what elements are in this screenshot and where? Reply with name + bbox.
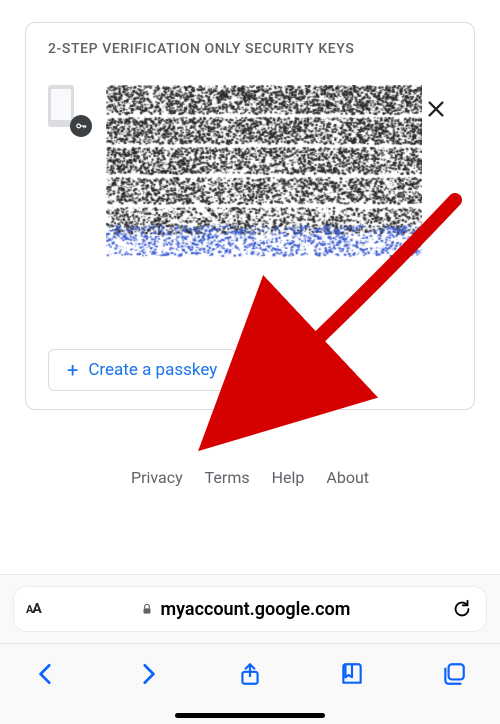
home-indicator xyxy=(175,713,325,718)
nav-forward-button[interactable] xyxy=(130,656,166,692)
footer-privacy-link[interactable]: Privacy xyxy=(131,468,183,487)
bookmarks-icon xyxy=(339,661,365,687)
share-icon xyxy=(237,661,263,687)
card-body xyxy=(48,85,452,265)
bookmarks-button[interactable] xyxy=(334,656,370,692)
address-bar-area: AA myaccount.google.com xyxy=(0,574,500,644)
plus-icon: + xyxy=(67,360,78,380)
forward-icon xyxy=(135,661,161,687)
security-keys-card: 2-STEP VERIFICATION ONLY SECURITY KEYS +… xyxy=(25,22,475,410)
footer-about-link[interactable]: About xyxy=(326,468,369,487)
address-host-text: myaccount.google.com xyxy=(160,599,350,620)
create-passkey-label: Create a passkey xyxy=(88,360,217,380)
refresh-button[interactable] xyxy=(450,597,474,621)
lock-icon xyxy=(140,602,154,616)
device-key-icon-wrap xyxy=(48,85,96,265)
browser-toolbar xyxy=(0,644,500,724)
text-size-button[interactable]: AA xyxy=(26,601,41,617)
share-button[interactable] xyxy=(232,656,268,692)
remove-key-button[interactable] xyxy=(416,89,456,129)
tabs-icon xyxy=(441,661,467,687)
nav-back-button[interactable] xyxy=(28,656,64,692)
close-icon xyxy=(425,98,447,120)
footer-terms-link[interactable]: Terms xyxy=(205,468,250,487)
back-icon xyxy=(33,661,59,687)
redacted-key-details xyxy=(106,85,422,265)
footer-help-link[interactable]: Help xyxy=(272,468,305,487)
refresh-icon xyxy=(451,598,473,620)
phone-key-icon xyxy=(48,85,88,135)
footer-links: Privacy Terms Help About xyxy=(25,468,475,487)
address-bar[interactable]: AA myaccount.google.com xyxy=(14,587,486,631)
create-passkey-button[interactable]: + Create a passkey xyxy=(48,349,236,391)
address-host[interactable]: myaccount.google.com xyxy=(51,599,440,620)
tabs-button[interactable] xyxy=(436,656,472,692)
card-title: 2-STEP VERIFICATION ONLY SECURITY KEYS xyxy=(48,41,452,57)
